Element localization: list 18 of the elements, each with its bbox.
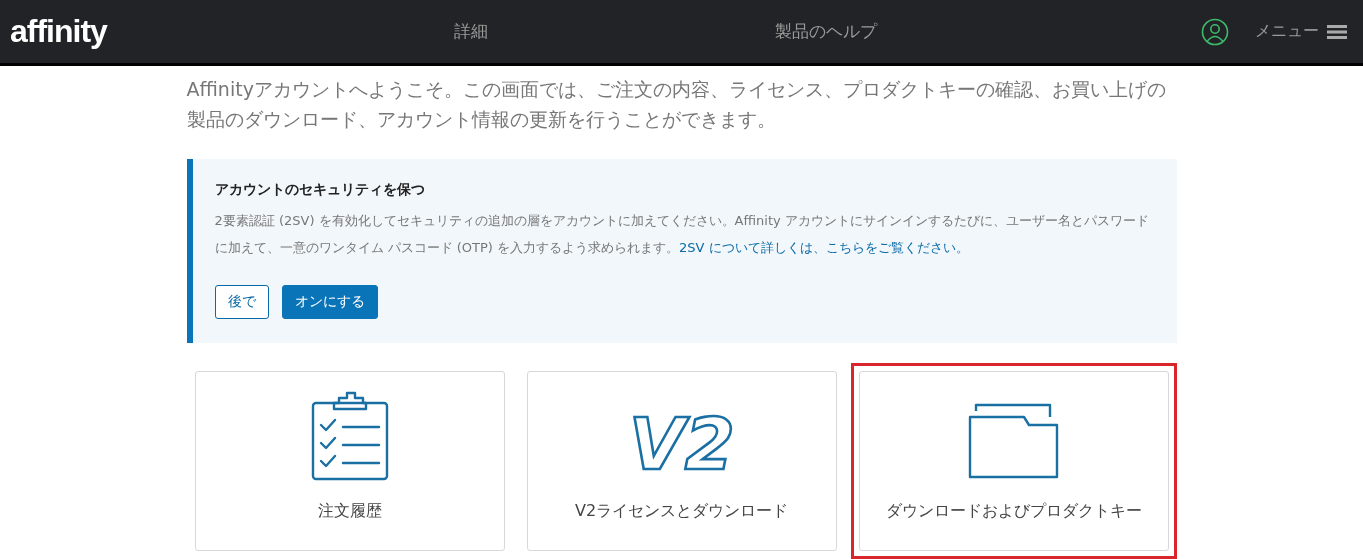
welcome-text: Affinityアカウントへようこそ。この画面では、ご注文の内容、ライセンス、プロダクトキーの確認、お買い上げの製品のダウンロード、アカウント情報の更新を行うことができます。: [186, 77, 1167, 132]
card[interactable]: ダウンロードおよびプロダクトキー: [858, 371, 1169, 551]
folder-icon: [967, 403, 1060, 481]
clipboard-icon: [310, 391, 389, 481]
user-account-icon[interactable]: [1201, 17, 1229, 46]
later-button[interactable]: 後で: [214, 285, 269, 319]
v2-logo-icon: V2: [626, 401, 737, 481]
nav-link[interactable]: 製品のヘルプ: [775, 20, 878, 43]
notice-text: 2要素認証 (2SV) を有効化してセキュリティの追加の層をアカウントに加えてください。Affinity アカウントにサインインするたびに、ユーザー名とパスワードに加えて、一意のワンタイム パスコード (OTP) を入力するよう求められます。2SV について詳しくは、こちらをご覧ください。: [214, 212, 1150, 257]
card[interactable]: 注文履歴: [194, 371, 505, 551]
logo[interactable]: affinity: [10, 13, 310, 50]
card[interactable]: V2 V2ライセンスとダウンロード: [526, 371, 837, 551]
enable-button[interactable]: オンにする: [281, 285, 378, 319]
notice-title: アカウントのセキュリティを保つ: [214, 181, 426, 199]
learn-more-link[interactable]: 2SV について詳しくは、こちらをご覧ください。: [679, 240, 969, 255]
menu-icon: [1327, 24, 1347, 39]
nav-link[interactable]: 詳細: [453, 20, 488, 43]
menu-button[interactable]: メニュー: [1249, 20, 1353, 43]
